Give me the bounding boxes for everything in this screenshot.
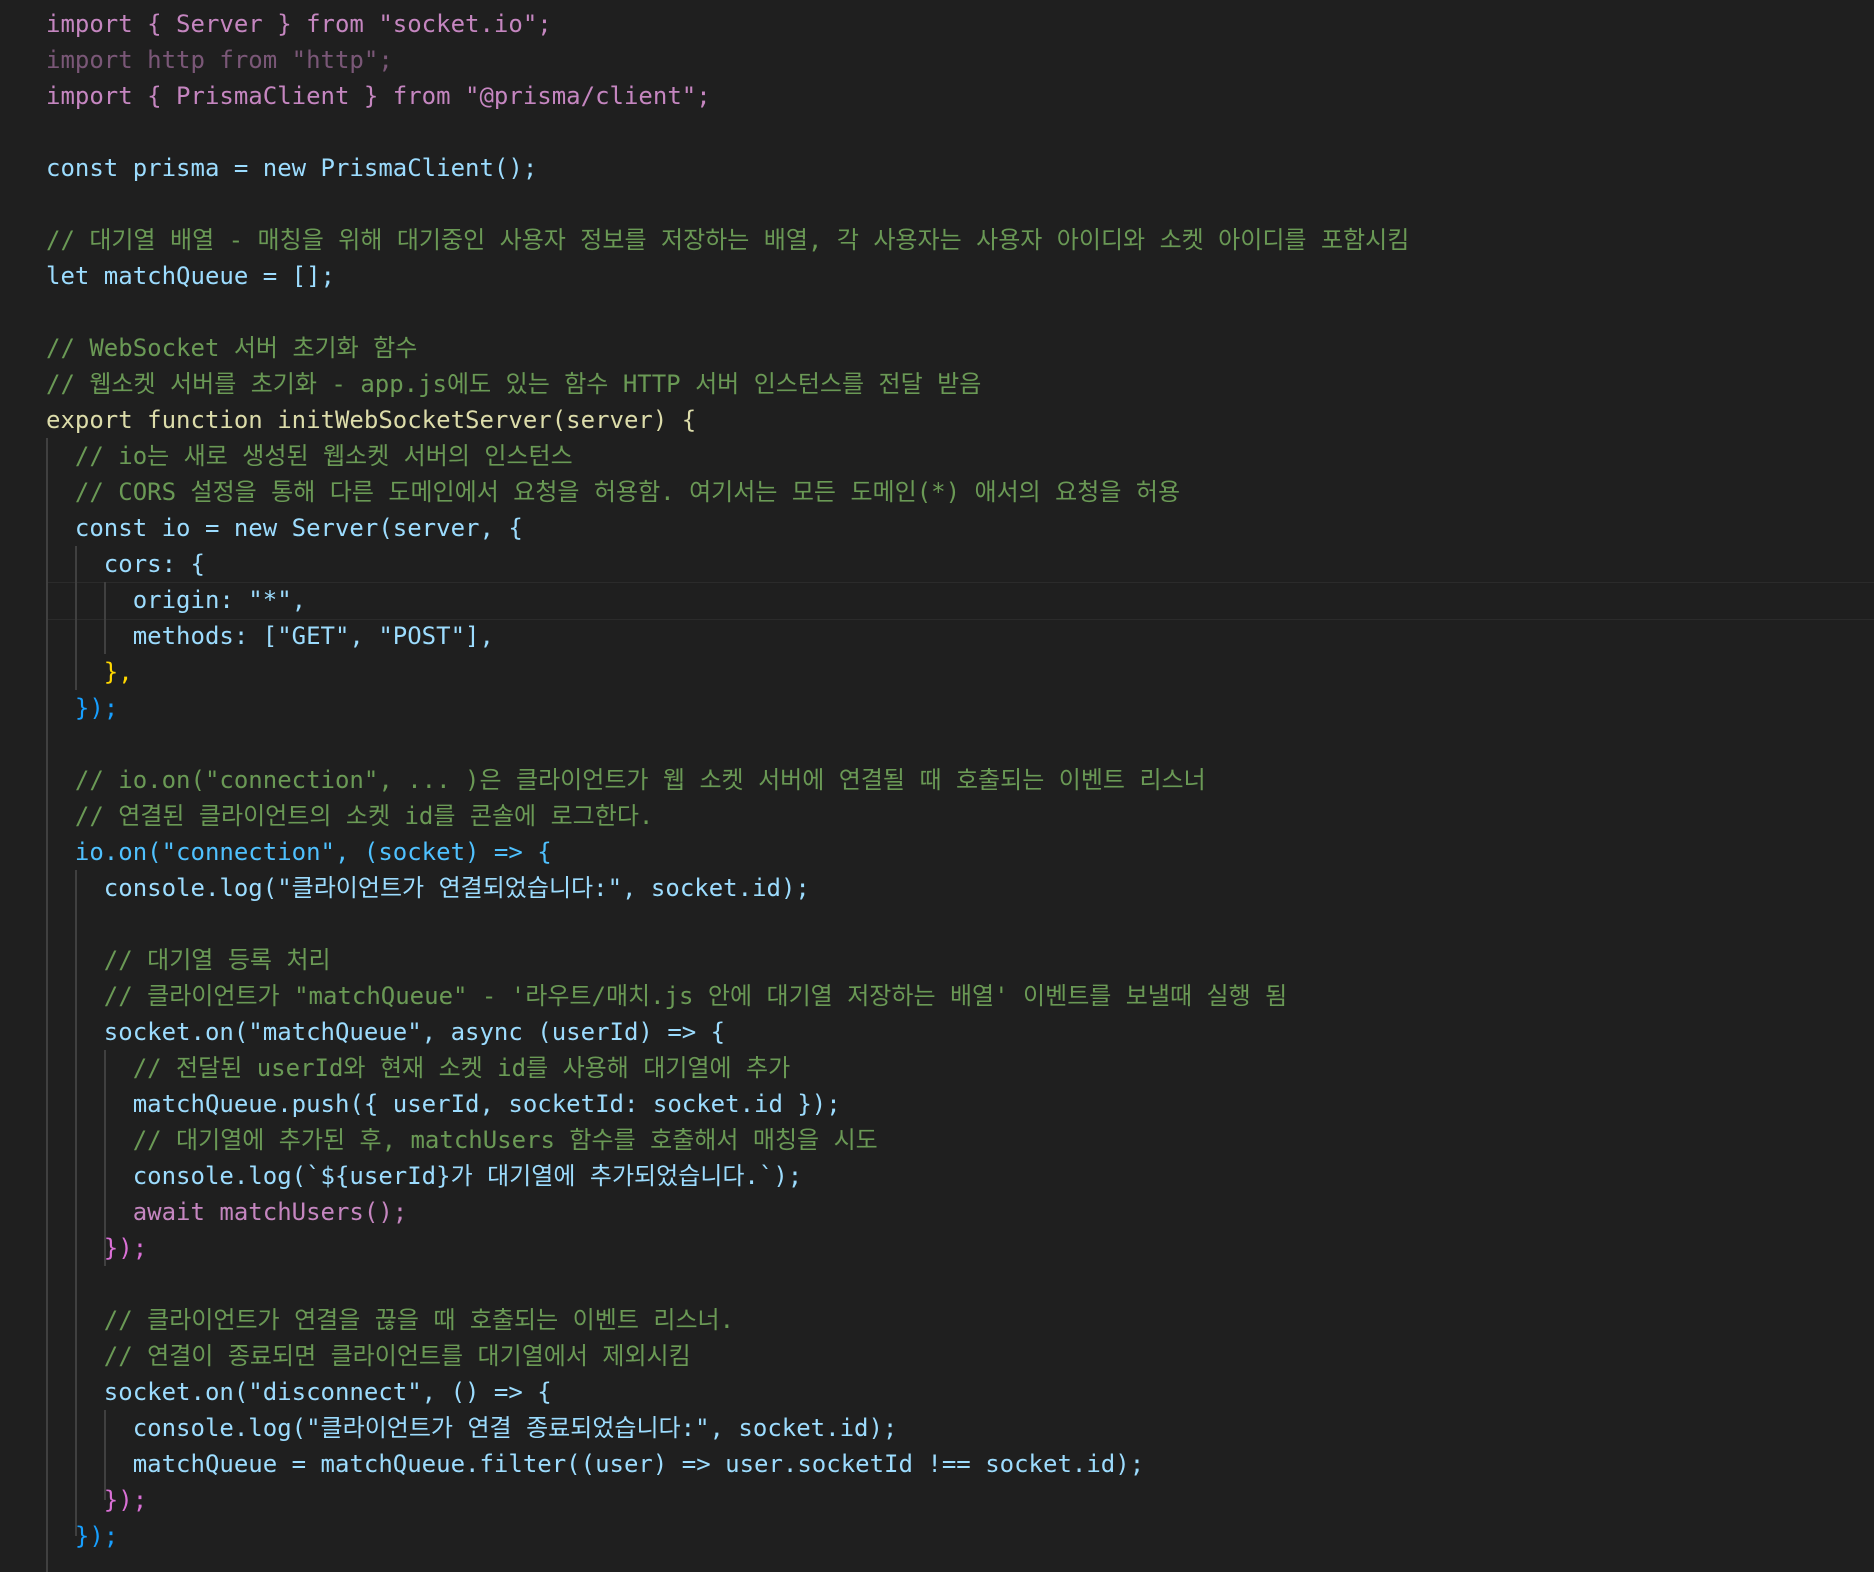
- code-line[interactable]: origin: "*",: [46, 582, 306, 618]
- code-line[interactable]: import { PrismaClient } from "@prisma/cl…: [46, 78, 711, 114]
- code-line[interactable]: // 대기열 등록 처리: [46, 942, 331, 978]
- code-line[interactable]: let matchQueue = [];: [46, 258, 335, 294]
- code-line[interactable]: // 웹소켓 서버를 초기화 - app.js에도 있는 함수 HTTP 서버 …: [46, 366, 981, 402]
- code-line[interactable]: await matchUsers();: [46, 1194, 408, 1230]
- code-line[interactable]: // io.on("connection", ... )은 클라이언트가 웹 소…: [46, 762, 1206, 798]
- code-line[interactable]: const prisma = new PrismaClient();: [46, 150, 537, 186]
- code-line[interactable]: // 대기열 배열 - 매칭을 위해 대기중인 사용자 정보를 저장하는 배열,…: [46, 222, 1409, 258]
- code-line[interactable]: matchQueue = matchQueue.filter((user) =>…: [46, 1446, 1144, 1482]
- code-line[interactable]: console.log(`${userId}가 대기열에 추가되었습니다.`);: [46, 1158, 803, 1194]
- code-line[interactable]: });: [46, 690, 118, 726]
- code-line[interactable]: console.log("클라이언트가 연결되었습니다:", socket.id…: [46, 870, 810, 906]
- code-line[interactable]: // WebSocket 서버 초기화 함수: [46, 330, 417, 366]
- code-line[interactable]: });: [46, 1518, 118, 1554]
- code-line[interactable]: // 연결된 클라이언트의 소켓 id를 콘솔에 로그한다.: [46, 798, 653, 834]
- code-line[interactable]: // io는 새로 생성된 웹소켓 서버의 인스턴스: [46, 438, 573, 474]
- code-line[interactable]: });: [46, 1230, 147, 1266]
- code-line[interactable]: socket.on("matchQueue", async (userId) =…: [46, 1014, 725, 1050]
- code-line[interactable]: },: [46, 654, 133, 690]
- code-line[interactable]: import { Server } from "socket.io";: [46, 6, 552, 42]
- code-line[interactable]: socket.on("disconnect", () => {: [46, 1374, 552, 1410]
- code-line[interactable]: methods: ["GET", "POST"],: [46, 618, 494, 654]
- code-line[interactable]: });: [46, 1482, 147, 1518]
- current-line-highlight: [46, 582, 1874, 620]
- code-line[interactable]: const io = new Server(server, {: [46, 510, 523, 546]
- code-line[interactable]: // 연결이 종료되면 클라이언트를 대기열에서 제외시킴: [46, 1338, 691, 1374]
- code-line[interactable]: matchQueue.push({ userId, socketId: sock…: [46, 1086, 841, 1122]
- code-line[interactable]: cors: {: [46, 546, 205, 582]
- code-line[interactable]: // 대기열에 추가된 후, matchUsers 함수를 호출해서 매칭을 시…: [46, 1122, 878, 1158]
- code-editor[interactable]: import { Server } from "socket.io"; impo…: [0, 0, 1874, 1572]
- code-line[interactable]: // 전달된 userId와 현재 소켓 id를 사용해 대기열에 추가: [46, 1050, 791, 1086]
- code-line[interactable]: // CORS 설정을 통해 다른 도메인에서 요청을 허용함. 여기서는 모든…: [46, 474, 1180, 510]
- code-line[interactable]: import http from "http";: [46, 42, 393, 78]
- code-line[interactable]: // 클라이언트가 "matchQueue" - '라우트/매치.js 안에 대…: [46, 978, 1287, 1014]
- code-line[interactable]: console.log("클라이언트가 연결 종료되었습니다:", socket…: [46, 1410, 898, 1446]
- code-line[interactable]: export function initWebSocketServer(serv…: [46, 402, 696, 438]
- code-line[interactable]: io.on("connection", (socket) => {: [46, 834, 552, 870]
- code-line[interactable]: // 클라이언트가 연결을 끊을 때 호출되는 이벤트 리스너.: [46, 1302, 734, 1338]
